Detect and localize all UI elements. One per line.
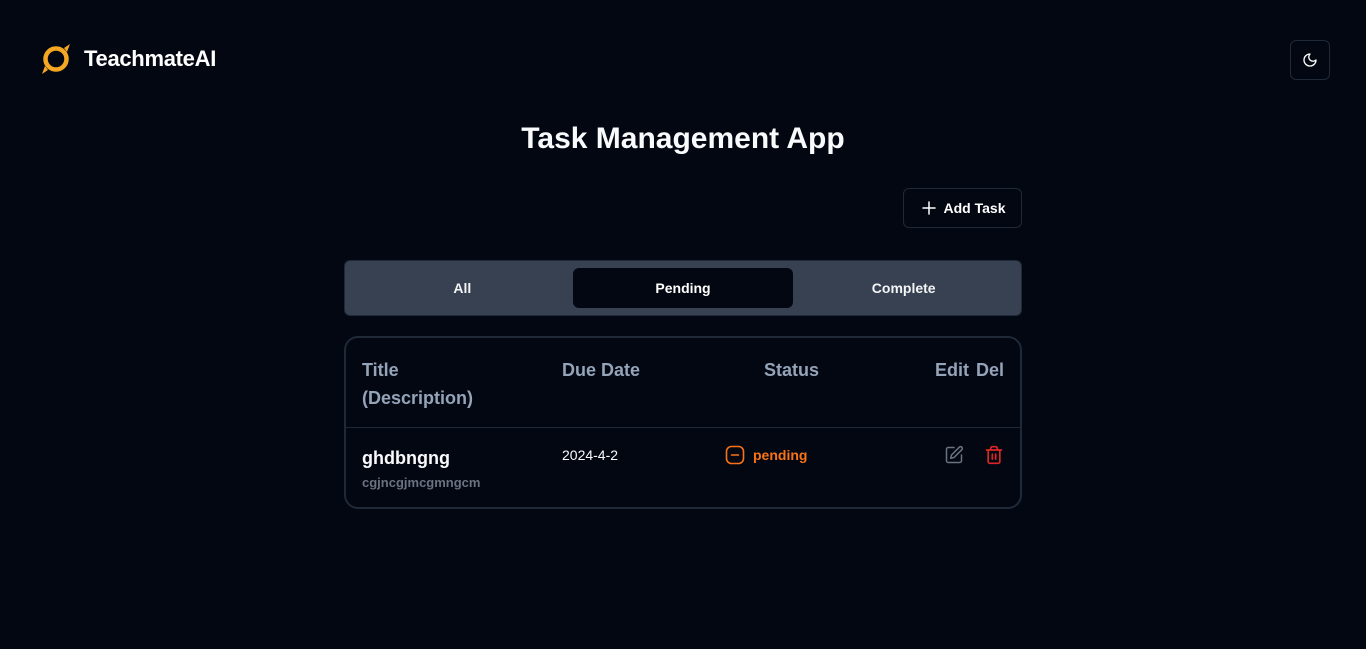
table-row: ghdbngng cgjncgjmcgmngcm 2024-4-2 pendin… [346, 428, 1020, 507]
status-filter-tabs: All Pending Complete [344, 260, 1022, 316]
edit-task-button[interactable] [943, 444, 965, 466]
header-delete: Del [976, 360, 1005, 380]
header-title-description: Title (Description) [362, 360, 474, 408]
status-badge: pending [725, 445, 807, 465]
brand-name: TeachmateAI [84, 46, 217, 71]
header-status: Status [764, 360, 820, 380]
page-title: Task Management App [521, 122, 845, 155]
task-table: Title (Description) Due Date Status Edit… [344, 336, 1022, 509]
tab-pending[interactable]: Pending [572, 268, 794, 308]
teachmate-logo-icon [42, 44, 70, 74]
edit-icon [945, 445, 964, 464]
status-label: pending [753, 447, 808, 463]
add-task-label: Add Task [943, 200, 1006, 216]
plus-icon [921, 201, 936, 215]
minus-circle-icon [725, 445, 745, 465]
add-task-button[interactable]: Add Task [903, 188, 1022, 228]
delete-task-button[interactable] [983, 444, 1005, 466]
tab-complete[interactable]: Complete [793, 268, 1014, 308]
theme-toggle-button[interactable] [1290, 40, 1330, 80]
brand[interactable]: TeachmateAI [40, 42, 216, 76]
tab-all[interactable]: All [352, 268, 573, 308]
header-edit: Edit [935, 360, 969, 380]
header-due-date: Due Date [562, 360, 641, 380]
table-header: Title (Description) Due Date Status Edit… [346, 338, 1020, 428]
task-description: cgjncgjmcgmngcm [362, 475, 481, 490]
task-title: ghdbngng [362, 448, 450, 468]
moon-icon [1303, 53, 1317, 67]
task-due-date: 2024-4-2 [562, 447, 619, 463]
app-header: TeachmateAI [0, 0, 1366, 118]
trash-icon [985, 445, 1003, 465]
